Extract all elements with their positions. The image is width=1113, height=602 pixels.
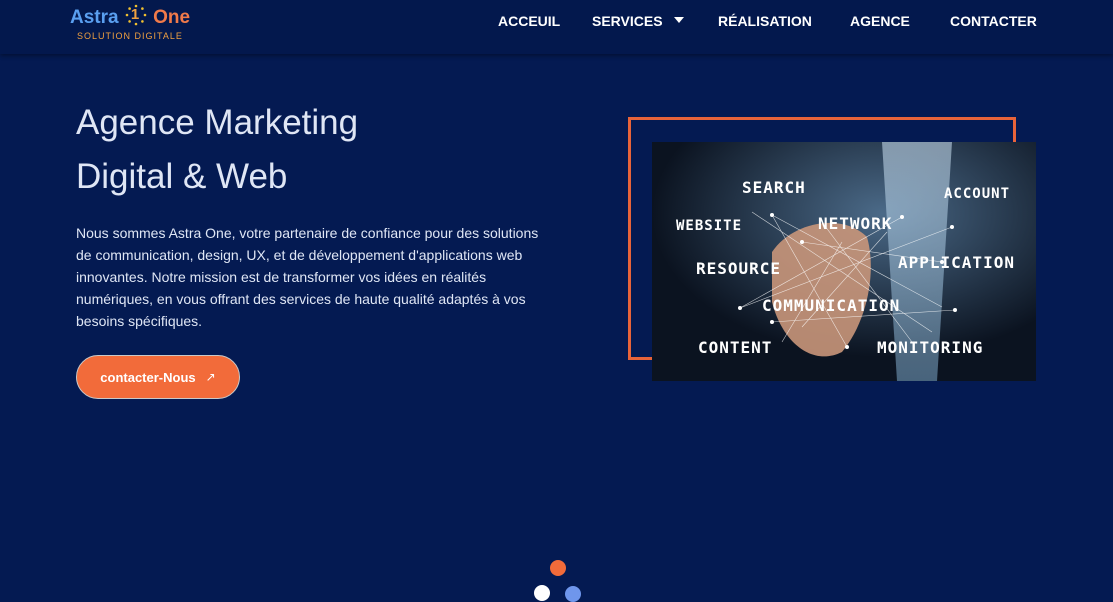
logo-star-ring-icon: 1 — [125, 4, 147, 26]
nav-contacter[interactable]: CONTACTER — [950, 13, 1037, 29]
contact-us-label: contacter-Nous — [100, 369, 196, 385]
arrow-up-right-icon: ↗ — [205, 370, 216, 384]
logo-word-astra: Astra — [70, 7, 119, 28]
nav-services[interactable]: SERVICES — [592, 13, 663, 29]
hero-title-line1: Agence Marketing — [76, 103, 359, 142]
image-word-resource: RESOURCE — [696, 259, 782, 278]
hero-description: Nous sommes Astra One, votre partenaire … — [76, 225, 539, 329]
loader-dot-orange — [550, 560, 566, 576]
logo-badge-number: 1 — [130, 6, 140, 23]
loader-dot-white — [534, 585, 550, 601]
nav-realisation[interactable]: RÉALISATION — [718, 13, 812, 29]
contact-us-button[interactable]: contacter-Nous ↗ — [76, 355, 240, 399]
logo-wordmark: Astra 1 One — [70, 4, 190, 29]
caret-down-icon[interactable] — [674, 17, 684, 23]
image-word-application: APPLICATION — [898, 253, 1015, 272]
image-word-network: NETWORK — [818, 214, 893, 233]
image-word-website: WEBSITE — [676, 218, 743, 234]
hero-image: SEARCH ACCOUNT WEBSITE NETWORK RESOURCE … — [652, 142, 1036, 381]
logo[interactable]: Astra 1 One SOLUTION DIGITALE — [70, 4, 200, 44]
image-word-account: ACCOUNT — [944, 186, 1011, 202]
image-word-monitoring: MONITORING — [877, 338, 984, 357]
image-word-search: SEARCH — [742, 178, 806, 197]
hero-title: Agence Marketing Digital & Web — [76, 96, 358, 204]
nav-agence[interactable]: AGENCE — [850, 13, 910, 29]
loader-dot-blue — [565, 586, 581, 602]
nav-accueil[interactable]: ACCEUIL — [498, 13, 560, 29]
logo-tagline: SOLUTION DIGITALE — [77, 31, 183, 41]
logo-word-one: One — [153, 7, 191, 28]
image-word-content: CONTENT — [698, 338, 773, 357]
hero-title-line2: Digital & Web — [76, 157, 288, 196]
site-header: Astra 1 One SOLUTION DIGITALE ACCEUIL SE… — [0, 0, 1113, 54]
image-word-communication: COMMUNICATION — [762, 296, 901, 315]
